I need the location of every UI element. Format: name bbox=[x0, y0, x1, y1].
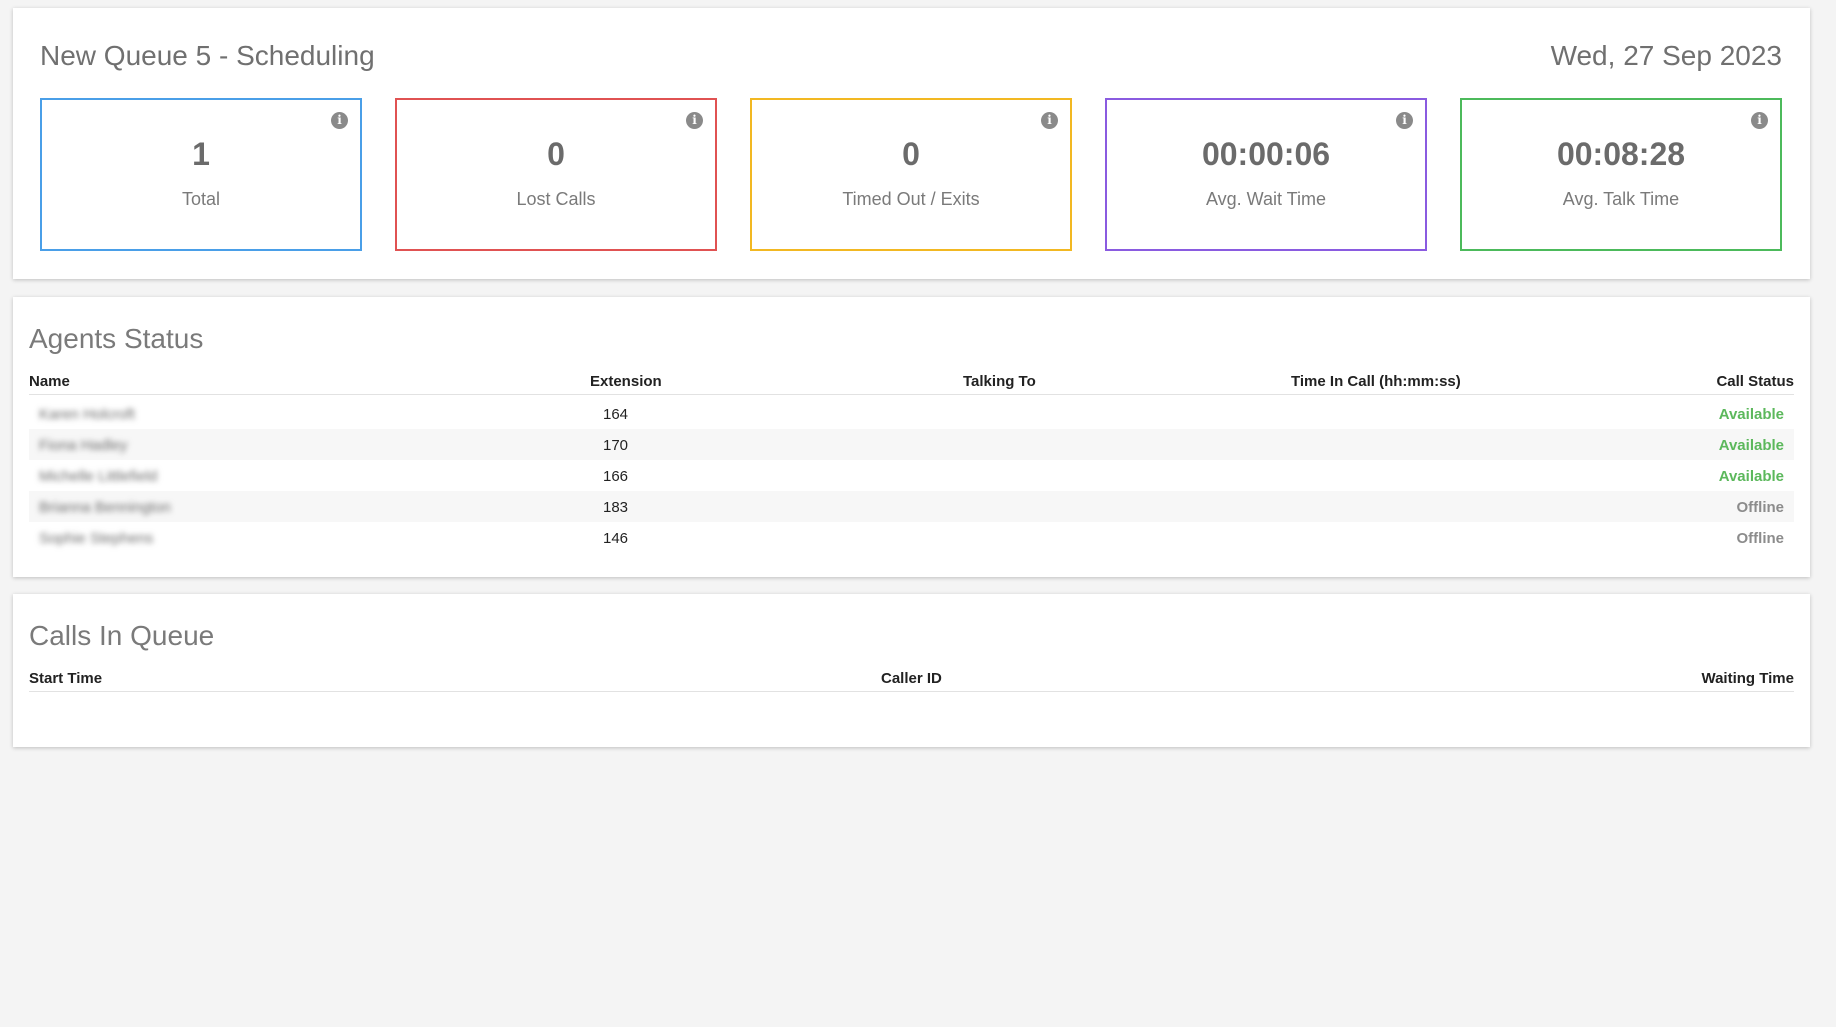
col-time-in-call[interactable]: Time In Call (hh:mm:ss) bbox=[1291, 373, 1461, 390]
stat-label: Total bbox=[181, 189, 221, 209]
current-date: Wed, 27 Sep 2023 bbox=[1550, 40, 1782, 71]
stat-label: Avg. Talk Time bbox=[1562, 189, 1680, 209]
stat-value: 0 bbox=[547, 136, 565, 172]
call-status: Offline bbox=[1736, 530, 1785, 547]
table-row: Sophie Stephens 146 Offline bbox=[29, 522, 1794, 553]
col-extension[interactable]: Extension bbox=[590, 373, 662, 390]
agent-extension: 164 bbox=[603, 406, 629, 423]
col-name[interactable]: Name bbox=[29, 373, 70, 390]
table-row: Brianna Bennington 183 Offline bbox=[29, 491, 1794, 522]
stat-value: 00:00:06 bbox=[1201, 136, 1331, 172]
stat-label: Timed Out / Exits bbox=[842, 189, 980, 209]
agent-name: Fiona Hadley bbox=[39, 437, 128, 454]
agent-extension: 146 bbox=[603, 530, 629, 547]
col-start-time[interactable]: Start Time bbox=[29, 670, 102, 687]
info-icon[interactable]: i bbox=[1751, 112, 1768, 129]
table-row: Michelle Littlefield 166 Available bbox=[29, 460, 1794, 491]
stat-label: Avg. Wait Time bbox=[1205, 189, 1327, 209]
stat-label: Lost Calls bbox=[516, 189, 596, 209]
agent-name: Michelle Littlefield bbox=[39, 468, 158, 485]
agents-table-header: Name Extension Talking To Time In Call (… bbox=[29, 365, 1794, 395]
info-icon[interactable]: i bbox=[686, 112, 703, 129]
col-talking-to[interactable]: Talking To bbox=[963, 373, 1036, 390]
agent-name: Karen Holcroft bbox=[39, 406, 135, 423]
stat-card-avg-wait: i 00:00:06 Avg. Wait Time bbox=[1105, 98, 1427, 251]
stat-value: 0 bbox=[902, 136, 920, 172]
info-icon[interactable]: i bbox=[331, 112, 348, 129]
agent-extension: 166 bbox=[603, 468, 629, 485]
info-icon[interactable]: i bbox=[1396, 112, 1413, 129]
table-row: Fiona Hadley 170 Available bbox=[29, 429, 1794, 460]
table-row: Karen Holcroft 164 Available bbox=[29, 398, 1794, 429]
queue-table-header: Start Time Caller ID Waiting Time bbox=[29, 662, 1794, 692]
call-status: Available bbox=[1718, 468, 1784, 485]
col-call-status[interactable]: Call Status bbox=[1716, 373, 1794, 390]
calls-in-queue-title: Calls In Queue bbox=[29, 620, 215, 651]
agent-name: Brianna Bennington bbox=[39, 499, 171, 516]
calls-in-queue-panel: Calls In Queue Start Time Caller ID Wait… bbox=[13, 594, 1810, 747]
col-waiting-time[interactable]: Waiting Time bbox=[1701, 670, 1794, 687]
agent-extension: 183 bbox=[603, 499, 629, 516]
stat-value: 1 bbox=[192, 136, 210, 172]
stat-card-total: i 1 Total bbox=[40, 98, 362, 251]
col-caller-id[interactable]: Caller ID bbox=[881, 670, 942, 687]
queue-summary-panel: New Queue 5 - Scheduling Wed, 27 Sep 202… bbox=[13, 8, 1810, 279]
info-icon[interactable]: i bbox=[1041, 112, 1058, 129]
call-status: Offline bbox=[1736, 499, 1785, 516]
stat-value: 00:08:28 bbox=[1556, 136, 1686, 172]
agents-status-panel: Agents Status Name Extension Talking To … bbox=[13, 297, 1810, 577]
agent-name: Sophie Stephens bbox=[39, 530, 154, 547]
agents-status-title: Agents Status bbox=[29, 323, 204, 354]
stat-card-timed-out: i 0 Timed Out / Exits bbox=[750, 98, 1072, 251]
stat-card-lost-calls: i 0 Lost Calls bbox=[395, 98, 717, 251]
queue-title: New Queue 5 - Scheduling bbox=[40, 40, 375, 71]
stat-card-avg-talk: i 00:08:28 Avg. Talk Time bbox=[1460, 98, 1782, 251]
call-status: Available bbox=[1718, 406, 1784, 423]
call-status: Available bbox=[1718, 437, 1784, 454]
agent-extension: 170 bbox=[603, 437, 629, 454]
